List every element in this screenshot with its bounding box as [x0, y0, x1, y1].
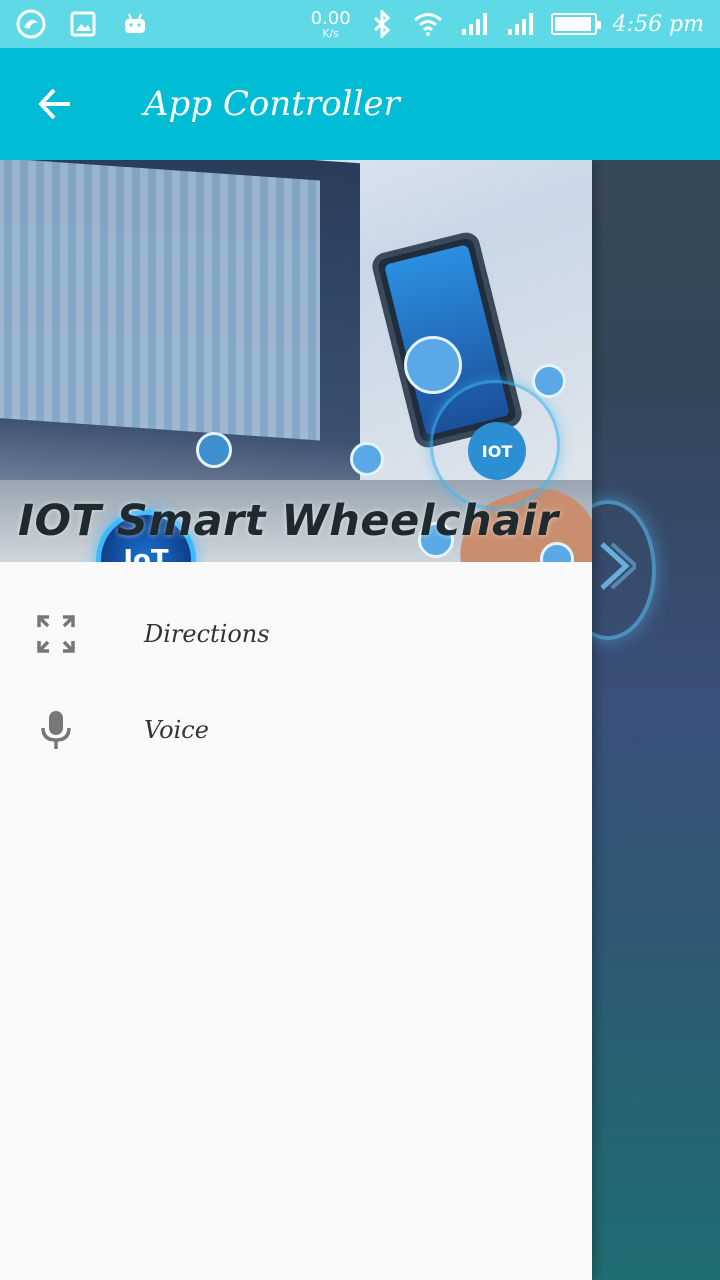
android-icon: [120, 9, 150, 39]
network-node: [404, 336, 462, 394]
signal-icon: [459, 9, 489, 39]
network-node: [196, 432, 232, 468]
menu-item-label: Directions: [144, 620, 270, 648]
menu-item-voice[interactable]: Voice: [0, 682, 592, 778]
drawer-menu: Directions Voice: [0, 562, 592, 778]
menu-item-directions[interactable]: Directions: [0, 586, 592, 682]
battery-fill: [554, 17, 591, 31]
forward-arrow-icon: [600, 542, 636, 590]
app-bar: App Controller: [0, 48, 720, 160]
net-speed-unit: K/s: [322, 26, 339, 40]
laptop-screen: [0, 160, 320, 441]
app-swirl-icon: [16, 9, 46, 39]
net-speed-value: 0.00: [310, 7, 351, 29]
menu-item-label: Voice: [144, 716, 209, 744]
drawer-header-image: IOT IoT IOT Smart Wheelchair: [0, 160, 592, 562]
fullscreen-icon: [36, 614, 76, 654]
network-node: [350, 442, 384, 476]
signal-icon-2: [505, 9, 535, 39]
microphone-icon: [36, 710, 76, 750]
network-speed: 0.00 K/s: [310, 7, 351, 40]
navigation-drawer: IOT IoT IOT Smart Wheelchair Directions …: [0, 160, 592, 1280]
battery-icon: [550, 13, 601, 35]
arrow-left-icon: [38, 88, 70, 120]
wifi-icon: [413, 9, 443, 39]
network-node: [532, 364, 566, 398]
image-icon: [68, 9, 98, 39]
bluetooth-icon: [367, 9, 397, 39]
page-title: App Controller: [144, 84, 400, 124]
back-button[interactable]: [0, 48, 110, 160]
iot-node-badge: IOT: [468, 422, 526, 480]
status-time: 4:56 pm: [612, 11, 704, 37]
drawer-header-title: IOT Smart Wheelchair: [18, 496, 559, 546]
status-bar: 0.00 K/s 4:56 pm: [0, 0, 720, 48]
